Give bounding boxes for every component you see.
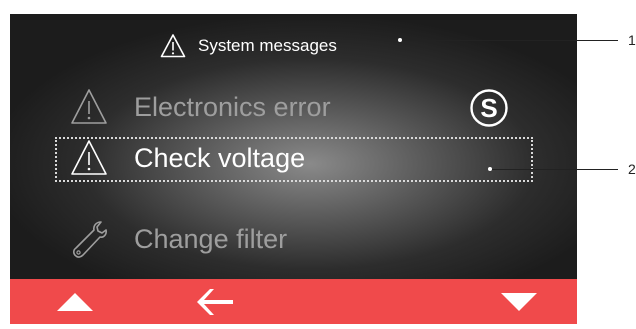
warning-icon [70, 138, 108, 178]
message-label: Electronics error [134, 91, 331, 122]
down-arrow-icon [501, 292, 537, 311]
page-title: System messages [198, 36, 337, 55]
header: System messages [160, 31, 337, 61]
callout-line-1 [400, 40, 618, 41]
callout-number-2: 2 [628, 161, 636, 177]
scroll-up-button[interactable] [50, 279, 100, 324]
callout-dot-2 [488, 167, 492, 171]
callout-dot-1 [398, 38, 402, 42]
back-button[interactable] [190, 279, 240, 324]
up-arrow-icon [57, 292, 93, 311]
warning-icon [160, 34, 186, 58]
svg-text:S: S [480, 93, 497, 123]
message-label: Change filter [134, 223, 288, 254]
wrench-icon [70, 219, 108, 259]
scroll-down-button[interactable] [494, 279, 544, 324]
callout-line-2 [490, 169, 618, 170]
message-item-electronics-error[interactable]: Electronics error [70, 87, 331, 127]
callout-number-1: 1 [628, 32, 636, 48]
message-label: Check voltage [134, 142, 306, 173]
back-arrow-icon [197, 288, 233, 315]
message-item-change-filter[interactable]: Change filter [70, 219, 287, 259]
warning-icon [70, 87, 108, 127]
message-item-check-voltage[interactable]: Check voltage [70, 138, 305, 178]
footer-bar [10, 279, 577, 324]
service-s-icon: S [470, 89, 508, 127]
